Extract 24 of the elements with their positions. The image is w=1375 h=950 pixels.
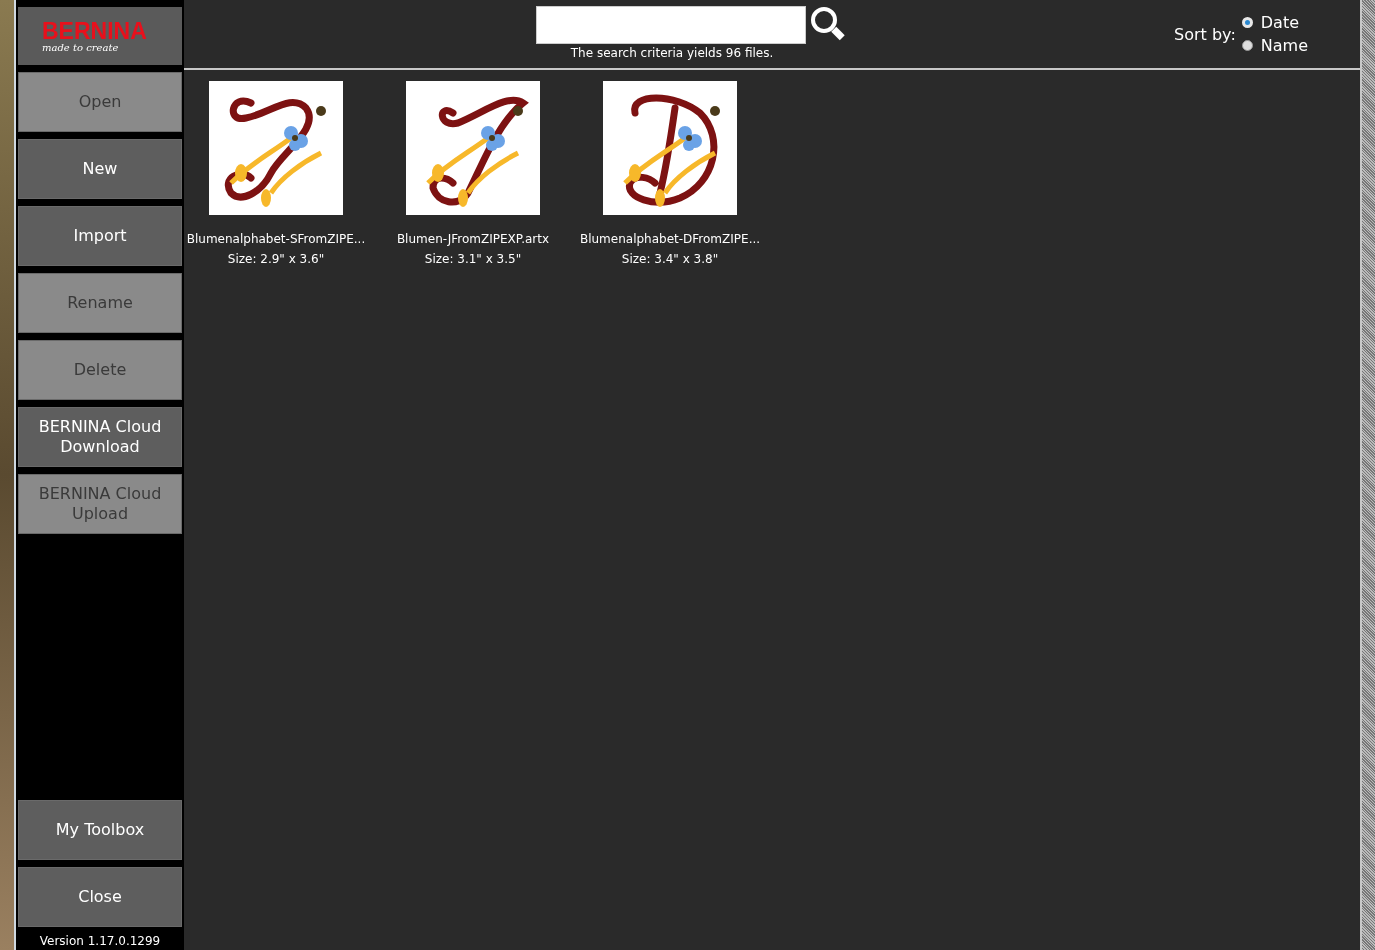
sidebar-button[interactable]: BERNINA Cloud Download (18, 407, 182, 467)
sidebar-button[interactable]: Close (18, 867, 182, 927)
option-label: Name (1260, 36, 1308, 55)
sort-radio-option[interactable]: Date (1241, 13, 1308, 32)
file-size: Size: 2.9" x 3.6" (227, 252, 325, 266)
sidebar-button[interactable]: New (18, 139, 182, 199)
brand-name: BERNINA (42, 19, 148, 42)
file-name: Blumenalphabet-SFromZIPE... (186, 232, 366, 246)
sort-radio-option[interactable]: Name (1241, 36, 1308, 55)
radio-icon[interactable] (1241, 40, 1253, 51)
version-label: Version 1.17.0.1299 (39, 934, 161, 950)
sort-label: Sort by: (1174, 24, 1236, 44)
search-result-text: The search criteria yields 96 files. (570, 46, 774, 60)
file-name: Blumen-JFromZIPEXP.artx (396, 232, 550, 246)
brand-tagline: made to create (42, 41, 120, 53)
scrollbar[interactable] (1360, 0, 1375, 950)
option-label: Date (1260, 13, 1300, 32)
search-icon[interactable] (810, 6, 846, 42)
file-name: Blumenalphabet-DFromZIPE... (579, 232, 761, 246)
file-size: Size: 3.1" x 3.5" (424, 252, 522, 266)
sidebar-button[interactable]: Import (18, 206, 182, 266)
sidebar-button[interactable]: My Toolbox (18, 800, 182, 860)
file-size: Size: 3.4" x 3.8" (621, 252, 719, 266)
search-field[interactable] (536, 6, 806, 44)
